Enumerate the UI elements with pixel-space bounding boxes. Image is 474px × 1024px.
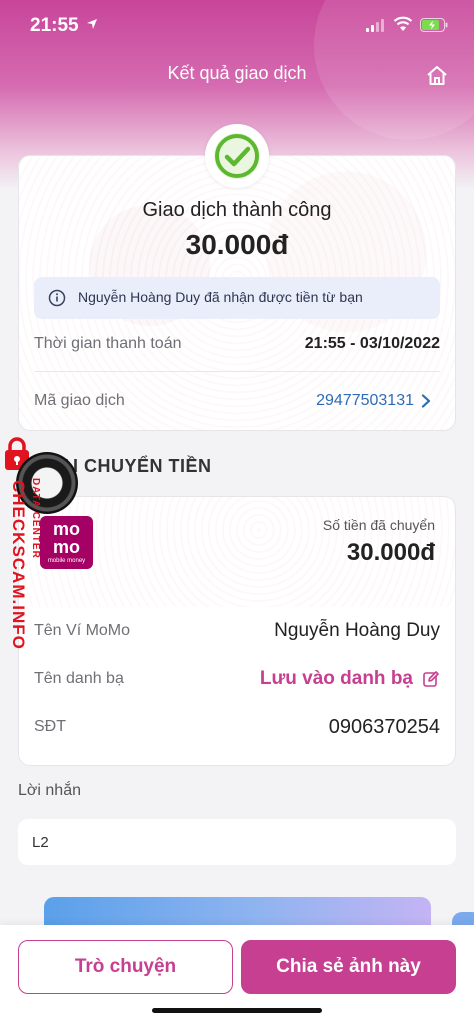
wallet-name-label: Tên Ví MoMo [34, 622, 131, 639]
contact-name-label: Tên danh bạ [34, 670, 124, 687]
success-title: Giao dịch thành công [142, 199, 332, 221]
location-arrow-icon [87, 19, 97, 29]
transaction-id-label: Mã giao dịch [34, 392, 125, 409]
success-badge [205, 124, 269, 188]
info-banner: Nguyễn Hoàng Duy đã nhận được tiền từ bạ… [34, 277, 440, 319]
phone-label: SĐT [34, 718, 66, 735]
divider [34, 371, 440, 372]
payment-time-label: Thời gian thanh toán [34, 335, 182, 352]
message-box: L2 [18, 819, 456, 865]
wallet-name-value: Nguyễn Hoàng Duy [274, 620, 440, 641]
logo-tagline: mobile money [47, 558, 86, 564]
watermark-text: CHECKSCAM.INFO [9, 480, 28, 650]
info-text: Nguyễn Hoàng Duy đã nhận được tiền từ bạ… [78, 289, 363, 305]
payment-time-value: 21:55 - 03/10/2022 [304, 335, 440, 352]
share-image-button[interactable]: Chia sẻ ảnh này [241, 940, 456, 994]
transaction-amount: 30.000đ [185, 229, 289, 260]
status-bar: 21:55 [0, 0, 474, 54]
battery-charging-icon [420, 18, 448, 32]
sent-amount-value: 30.000đ [346, 539, 435, 566]
phone-value: 0906370254 [328, 716, 440, 738]
transaction-id-link[interactable]: 29477503131 [240, 392, 414, 410]
momo-logo: mo mo mobile money [40, 516, 93, 569]
logo-line-2: mo [53, 537, 80, 557]
chevron-right-icon[interactable] [421, 394, 431, 408]
message-text: L2 [32, 834, 49, 851]
wifi-icon [393, 16, 413, 31]
watermark-subtext: DATA CENTER [30, 478, 41, 559]
chat-button[interactable]: Trò chuyện [18, 940, 233, 994]
message-label: Lời nhắn [18, 782, 81, 799]
check-circle-icon [214, 133, 260, 179]
home-icon[interactable] [425, 64, 449, 88]
logo-line-1: mo [53, 519, 80, 539]
info-icon [48, 289, 66, 307]
status-time: 21:55 [30, 15, 79, 36]
home-indicator [152, 1008, 322, 1013]
save-to-contacts-link[interactable]: Lưu vào danh bạ [220, 668, 413, 690]
page-title: Kết quả giao dịch [167, 63, 307, 83]
cellular-signal-icon [366, 19, 386, 32]
sent-amount-label: Số tiền đã chuyển [322, 517, 435, 533]
edit-icon[interactable] [423, 671, 439, 687]
